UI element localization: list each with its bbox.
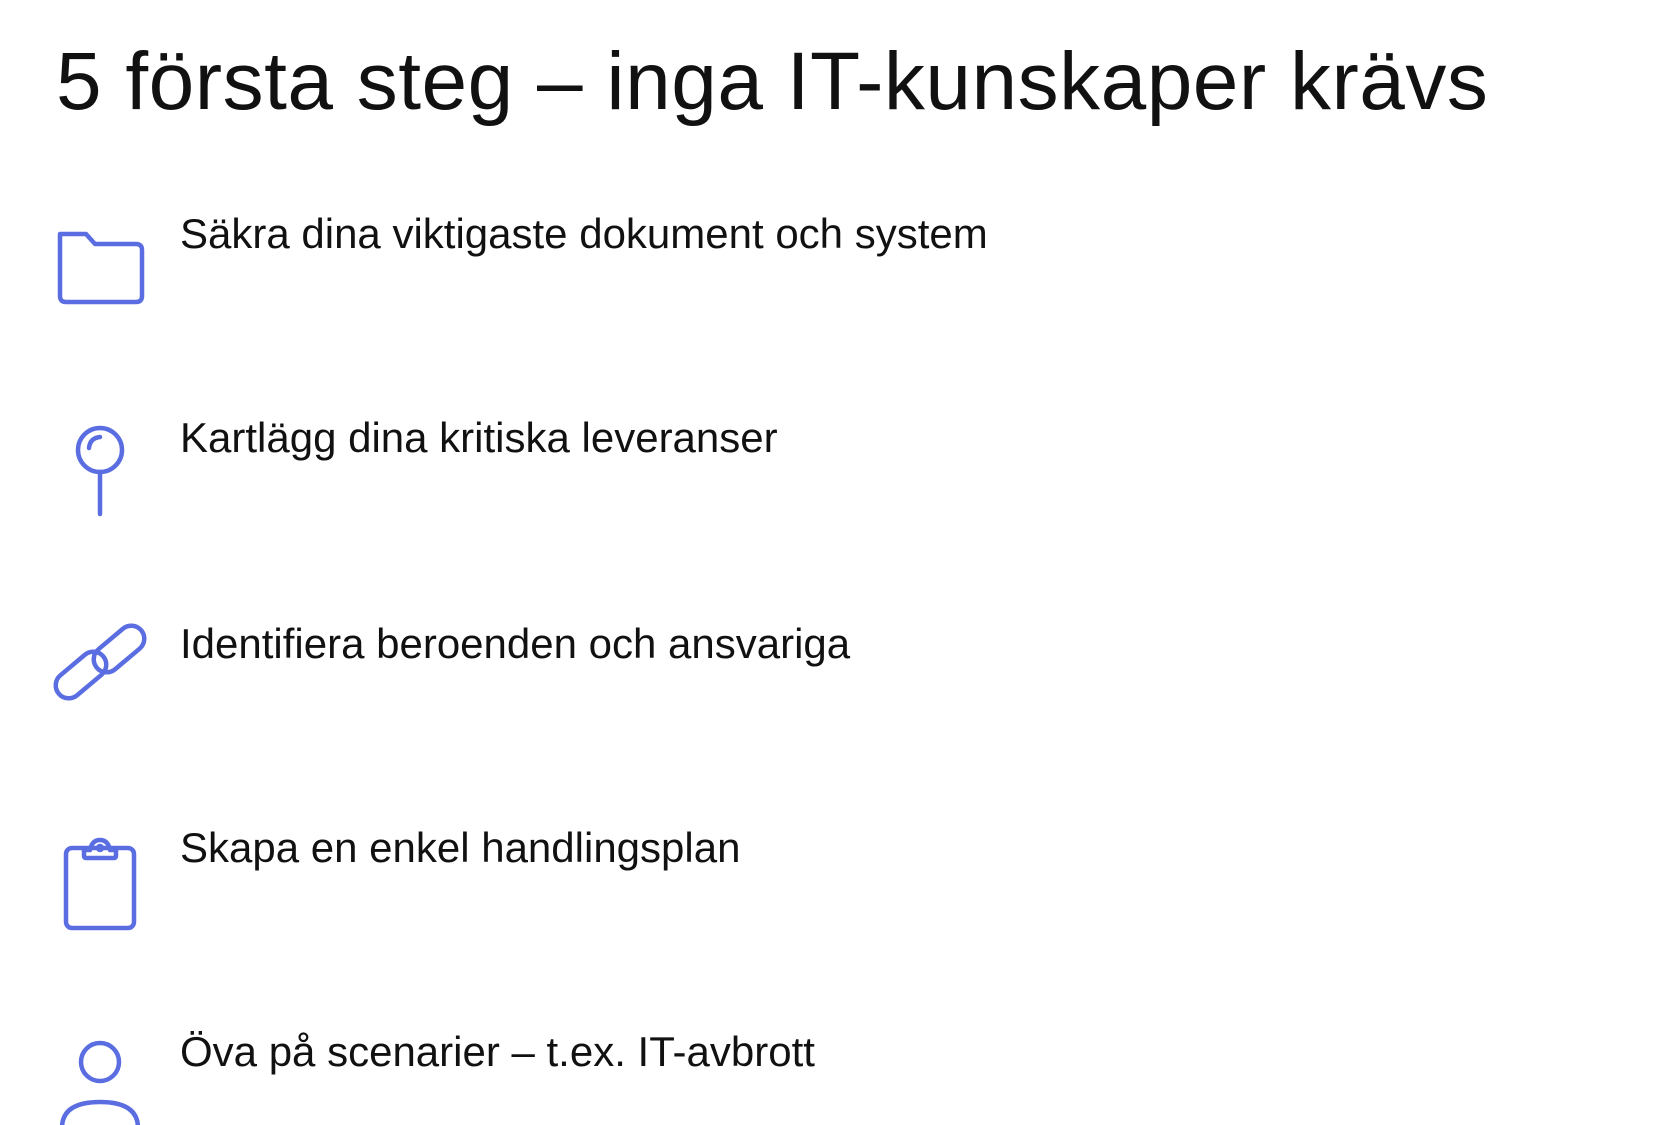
step-label: Kartlägg dina kritiska leveranser [180, 414, 778, 461]
step-item-map-deliveries: Kartlägg dina kritiska leveranser [0, 414, 1680, 536]
slide: 5 första steg – inga IT-kunskaper krävs … [0, 0, 1680, 1125]
clipboard-icon [52, 836, 148, 932]
step-item-secure-documents: Säkra dina viktigaste dokument och syste… [0, 210, 1680, 332]
map-pin-icon [52, 425, 148, 522]
folder-icon [52, 222, 148, 318]
step-label: Öva på scenarier – t.ex. IT-avbrott [180, 1028, 815, 1075]
steps-list: Säkra dina viktigaste dokument och syste… [0, 0, 1680, 1125]
step-label: Skapa en enkel handlingsplan [180, 824, 741, 871]
step-label: Identifiera beroenden och ansvariga [180, 620, 851, 667]
step-item-identify-dependencies: Identifiera beroenden och ansvariga [0, 620, 1680, 742]
step-item-practice-scenarios: Öva på scenarier – t.ex. IT-avbrott [0, 1028, 1680, 1125]
step-label: Säkra dina viktigaste dokument och syste… [180, 210, 988, 257]
step-item-action-plan: Skapa en enkel handlingsplan [0, 824, 1680, 946]
link-icon [52, 623, 148, 728]
user-icon [52, 1040, 148, 1125]
